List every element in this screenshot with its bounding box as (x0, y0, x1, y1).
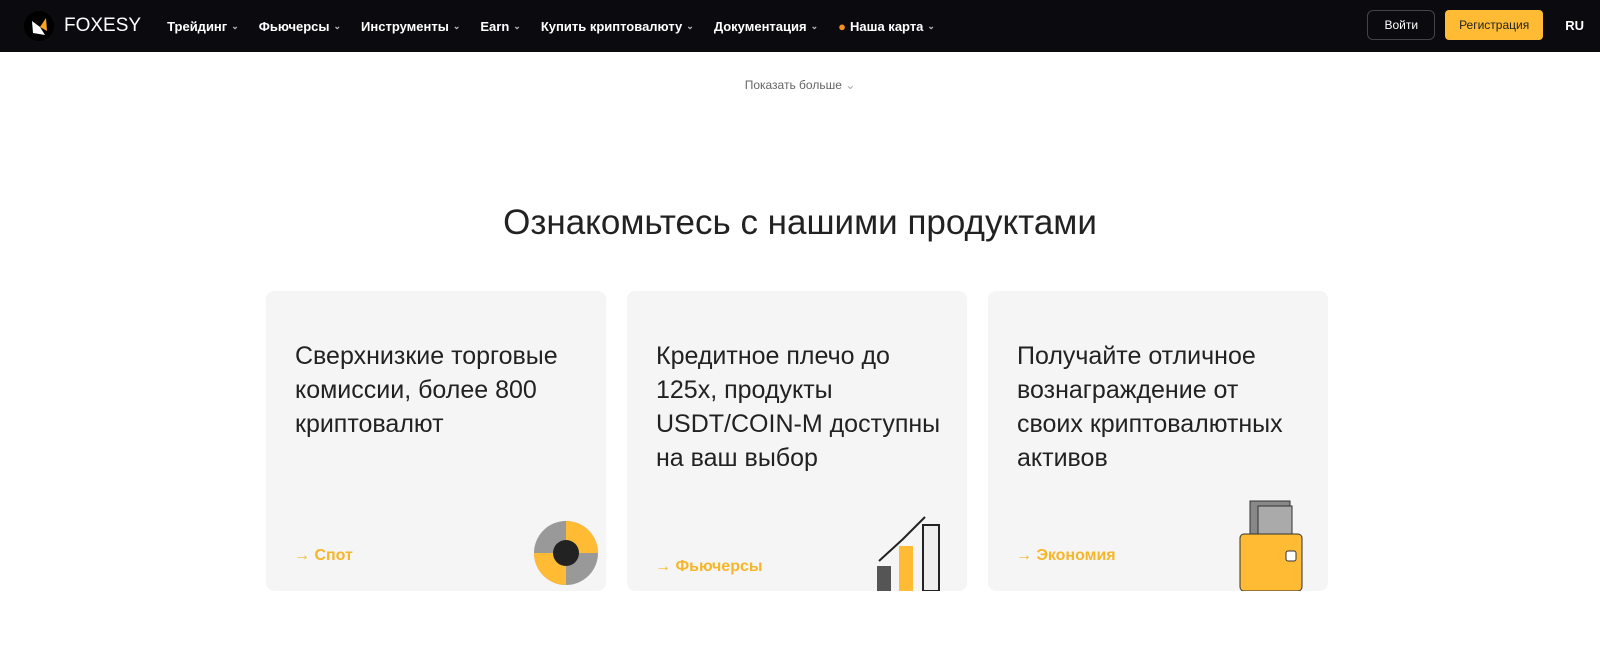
card-text: Кредитное плечо до 125x, продукты USDT/C… (656, 342, 941, 472)
fox-logo-icon (24, 11, 54, 41)
nav-label: Трейдинг (167, 18, 228, 34)
card-link-label: Экономия (1036, 547, 1116, 564)
nav-our-card[interactable]: ● Наша карта ⌄ (838, 19, 935, 34)
nav-trading[interactable]: Трейдинг ⌄ (167, 19, 239, 34)
fire-icon: ● (838, 18, 847, 34)
top-nav: FOXESY Трейдинг ⌄ Фьючерсы ⌄ Инструменты ⌄ … (0, 0, 1600, 52)
product-card-savings[interactable]: Получайте отличное вознаграждение от сво… (988, 291, 1328, 591)
chevron-down-icon: ⌄ (513, 20, 521, 31)
nav-docs[interactable]: Документация ⌄ (714, 19, 818, 34)
wallet-illustration-icon (1239, 500, 1303, 591)
nav-label: Наша карта (850, 18, 924, 34)
nav-label: Купить криптовалюту (540, 18, 683, 34)
brand-name: FOXESY (64, 15, 142, 36)
card-link[interactable]: → Фьючерсы (655, 558, 763, 576)
nav-earn[interactable]: Earn ⌄ (480, 19, 520, 34)
chevron-down-icon: ⌄ (810, 20, 819, 31)
chevron-down-icon: ⌄ (452, 20, 461, 31)
chevron-down-icon: ⌄ (231, 20, 239, 31)
nav-futures[interactable]: Фьючерсы ⌄ (259, 19, 341, 34)
logo[interactable]: FOXESY (24, 11, 141, 41)
nav-label: Фьючерсы (258, 18, 330, 34)
nav-buy-crypto[interactable]: Купить криптовалюту ⌄ (541, 19, 694, 34)
product-card-futures[interactable]: Кредитное плечо до 125x, продукты USDT/C… (627, 291, 967, 591)
show-more-label: Показать больше (744, 78, 842, 92)
nav-label: Документация (713, 18, 807, 34)
nav-label: Инструменты (361, 18, 449, 34)
language-selector[interactable]: RU (1565, 18, 1584, 33)
card-text: Получайте отличное вознаграждение от сво… (1017, 342, 1283, 472)
card-link[interactable]: → Спот (294, 547, 353, 565)
card-text: Сверхнизкие торговые комиссии, более 800… (295, 342, 558, 438)
card-link-label: Фьючерсы (675, 558, 763, 575)
chevron-down-icon: ⌄ (927, 20, 935, 31)
bar-chart-illustration-icon (877, 516, 940, 591)
section-title: Ознакомьтесь с нашими продуктами (503, 203, 1097, 242)
nav-tools[interactable]: Инструменты ⌄ (361, 19, 460, 34)
nav-label: Earn (480, 18, 510, 34)
show-more-button[interactable]: Показать больше ⌄ (0, 78, 1600, 92)
login-button[interactable]: Войти (1367, 10, 1436, 40)
chevron-down-icon: ⌄ (845, 78, 856, 92)
register-button[interactable]: Регистрация (1445, 10, 1544, 40)
chevron-down-icon: ⌄ (333, 20, 342, 31)
card-link[interactable]: → Экономия (1016, 547, 1116, 565)
donut-chart-illustration-icon (534, 521, 598, 585)
chevron-down-icon: ⌄ (686, 20, 694, 31)
product-card-spot[interactable]: Сверхнизкие торговые комиссии, более 800… (266, 291, 606, 591)
card-link-label: Спот (314, 547, 353, 564)
